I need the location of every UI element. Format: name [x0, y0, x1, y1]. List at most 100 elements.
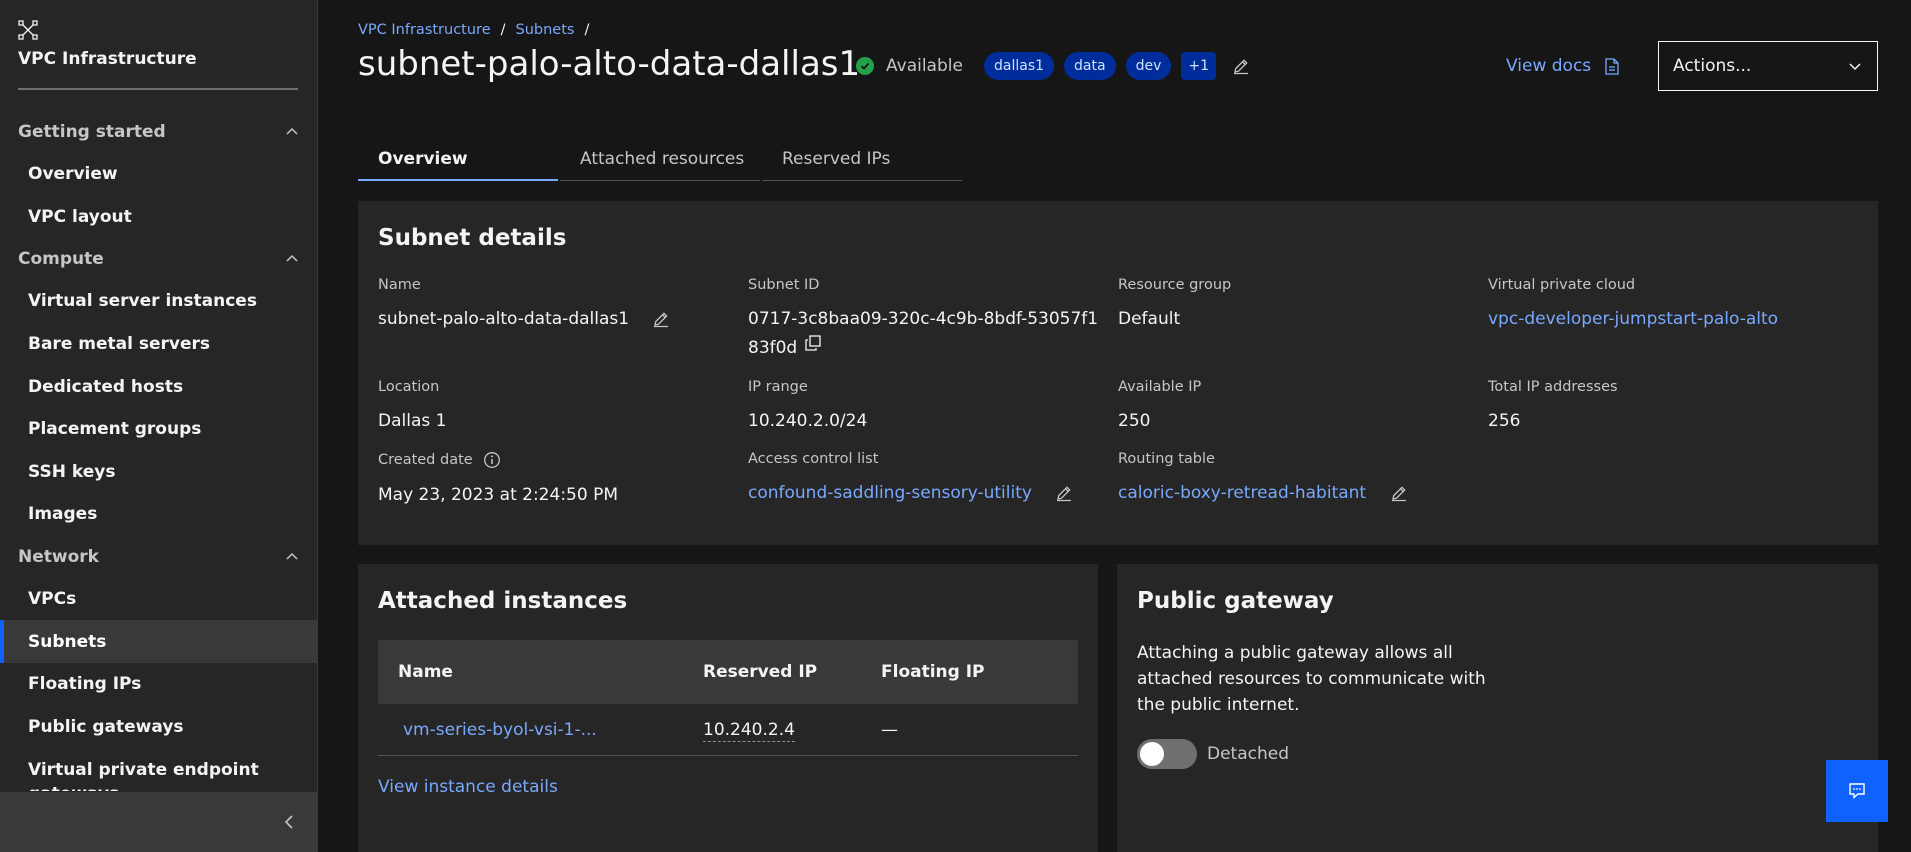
field-label-row: Created date	[378, 451, 618, 469]
breadcrumb-separator: /	[584, 22, 590, 38]
sidebar-item-placement-groups[interactable]: Placement groups	[0, 408, 318, 451]
subnet-name-value: subnet-palo-alto-data-dallas1	[378, 309, 630, 329]
field-name: Name subnet-palo-alto-data-dallas1	[378, 277, 670, 334]
gateway-description: Attaching a public gateway allows all at…	[1137, 643, 1486, 715]
sidebar-item-floating-ips[interactable]: Floating IPs	[0, 663, 318, 706]
field-label: Routing table	[1118, 451, 1215, 467]
gateway-toggle[interactable]	[1137, 739, 1197, 769]
field-value: 10.240.2.0/24	[748, 411, 868, 431]
sidebar-item-subnets[interactable]: Subnets	[0, 620, 318, 663]
column-header-reserved-ip: Reserved IP	[703, 662, 818, 682]
sidebar-group-network[interactable]: Network	[0, 536, 318, 578]
breadcrumb-separator: /	[500, 22, 506, 38]
public-gateway-panel: Public gateway Attaching a public gatewa…	[1117, 564, 1878, 852]
view-docs-link[interactable]: View docs	[1506, 56, 1619, 76]
vpc-logo-icon	[18, 20, 38, 40]
view-instance-details-link[interactable]: View instance details	[378, 777, 558, 797]
sidebar-item-vpcs[interactable]: VPCs	[0, 578, 318, 621]
tag[interactable]: dev	[1125, 52, 1172, 80]
field-created-date: Created date May 23, 2023 at 2:24:50 PM	[378, 451, 618, 510]
page-title: subnet-palo-alto-data-dallas1	[358, 44, 861, 84]
sidebar-footer	[0, 792, 318, 852]
panel-title: Attached instances	[378, 588, 628, 614]
breadcrumb-link-vpc-infrastructure[interactable]: VPC Infrastructure	[358, 22, 491, 38]
chevron-up-icon	[286, 127, 298, 135]
sidebar-item-overview[interactable]: Overview	[0, 153, 318, 196]
sidebar-divider	[18, 88, 298, 90]
field-label: Access control list	[748, 451, 879, 467]
actions-dropdown[interactable]: Actions...	[1658, 41, 1878, 91]
field-routing-table: Routing table caloric-boxy-retread-habit…	[1118, 451, 1408, 508]
field-value: subnet-palo-alto-data-dallas1	[378, 305, 670, 334]
status-indicator: Available	[856, 56, 963, 76]
edit-name-pencil-icon[interactable]	[652, 310, 670, 328]
copy-icon[interactable]	[804, 335, 821, 351]
vpc-link[interactable]: vpc-developer-jumpstart-palo-alto	[1488, 305, 1778, 334]
field-subnet-id: Subnet ID 0717-3c8baa09-320c-4c9b-8bdf-5…	[748, 277, 1108, 363]
sidebar-item-dedicated-hosts[interactable]: Dedicated hosts	[0, 365, 318, 408]
edit-tags-pencil-icon[interactable]	[1232, 57, 1250, 75]
subnet-id-line-2: 83f0d	[748, 338, 798, 358]
sidebar-item-images[interactable]: Images	[0, 493, 318, 536]
routing-table-link[interactable]: caloric-boxy-retread-habitant	[1118, 483, 1366, 503]
sidebar-item-virtual-private-endpoint-gateways[interactable]: Virtual private endpoint gateways	[0, 748, 318, 791]
gateway-toggle-row: Detached	[1137, 739, 1289, 769]
sidebar-item-public-gateways[interactable]: Public gateways	[0, 706, 318, 749]
field-value: caloric-boxy-retread-habitant	[1118, 479, 1408, 508]
breadcrumb-link-subnets[interactable]: Subnets	[516, 22, 575, 38]
field-value: May 23, 2023 at 2:24:50 PM	[378, 485, 619, 505]
checkmark-circle-icon	[856, 57, 874, 75]
status-text: Available	[886, 56, 963, 76]
tab-bar: Overview Attached resources Reserved IPs	[358, 138, 964, 181]
sidebar-group-label: Network	[18, 546, 99, 567]
chat-icon	[1849, 783, 1865, 800]
sidebar-item-bare-metal-servers[interactable]: Bare metal servers	[0, 323, 318, 366]
tab-reserved-ips[interactable]: Reserved IPs	[762, 138, 962, 181]
table-row: vm-series-byol-vsi-1-... 10.240.2.4 —	[378, 704, 1078, 756]
sidebar-item-virtual-server-instances[interactable]: Virtual server instances	[0, 280, 318, 323]
instance-name-link[interactable]: vm-series-byol-vsi-1-...	[378, 720, 703, 740]
field-label: Available IP	[1118, 379, 1202, 395]
chevron-left-icon[interactable]	[282, 814, 296, 830]
table-header: Name Reserved IP Floating IP	[378, 640, 1078, 704]
field-value: 0717-3c8baa09-320c-4c9b-8bdf-53057f1 83f…	[748, 305, 1108, 363]
tag[interactable]: data	[1064, 52, 1116, 80]
acl-link[interactable]: confound-saddling-sensory-utility	[748, 483, 1032, 503]
reserved-ip-cell: 10.240.2.4	[703, 719, 881, 742]
information-icon[interactable]	[483, 451, 501, 469]
feedback-button[interactable]	[1826, 760, 1888, 822]
field-value: 256	[1488, 411, 1521, 431]
reserved-ip-value[interactable]: 10.240.2.4	[703, 719, 795, 742]
actions-label: Actions...	[1673, 56, 1752, 76]
field-label: Subnet ID	[748, 277, 820, 293]
attached-instances-panel: Attached instances Name Reserved IP Floa…	[358, 564, 1098, 852]
sidebar-item-vpc-layout[interactable]: VPC layout	[0, 196, 318, 239]
sidebar-group-getting-started[interactable]: Getting started	[0, 111, 318, 153]
field-label: Location	[378, 379, 440, 395]
sidebar-group-compute[interactable]: Compute	[0, 238, 318, 280]
field-value: confound-saddling-sensory-utility	[748, 479, 1073, 508]
document-icon	[1605, 57, 1619, 75]
instances-table: Name Reserved IP Floating IP vm-series-b…	[378, 640, 1078, 756]
side-nav: VPC Infrastructure Getting started Overv…	[0, 0, 318, 852]
sidebar-group-label: Compute	[18, 249, 104, 270]
chevron-up-icon	[286, 552, 298, 560]
edit-routing-pencil-icon[interactable]	[1390, 484, 1408, 502]
sidebar-item-ssh-keys[interactable]: SSH keys	[0, 451, 318, 494]
column-header-name: Name	[398, 662, 453, 682]
field-value: Default	[1118, 309, 1181, 329]
more-tags-button[interactable]: +1	[1181, 52, 1217, 80]
tab-attached-resources[interactable]: Attached resources	[560, 138, 760, 181]
subnet-id-line-1: 0717-3c8baa09-320c-4c9b-8bdf-53057f1	[748, 309, 1099, 329]
field-ip-range: IP range 10.240.2.0/24	[748, 379, 867, 436]
field-label: IP range	[748, 379, 808, 395]
field-value: 250	[1118, 411, 1151, 431]
toggle-knob	[1140, 742, 1164, 766]
tag[interactable]: dallas1	[984, 52, 1055, 80]
sidebar-menu: Getting started Overview VPC layout Comp…	[0, 111, 318, 791]
edit-acl-pencil-icon[interactable]	[1055, 484, 1073, 502]
sidebar-group-label: Getting started	[18, 122, 166, 142]
sidebar-title: VPC Infrastructure	[18, 49, 197, 69]
tab-overview[interactable]: Overview	[358, 138, 558, 181]
floating-ip-cell: —	[881, 719, 898, 740]
